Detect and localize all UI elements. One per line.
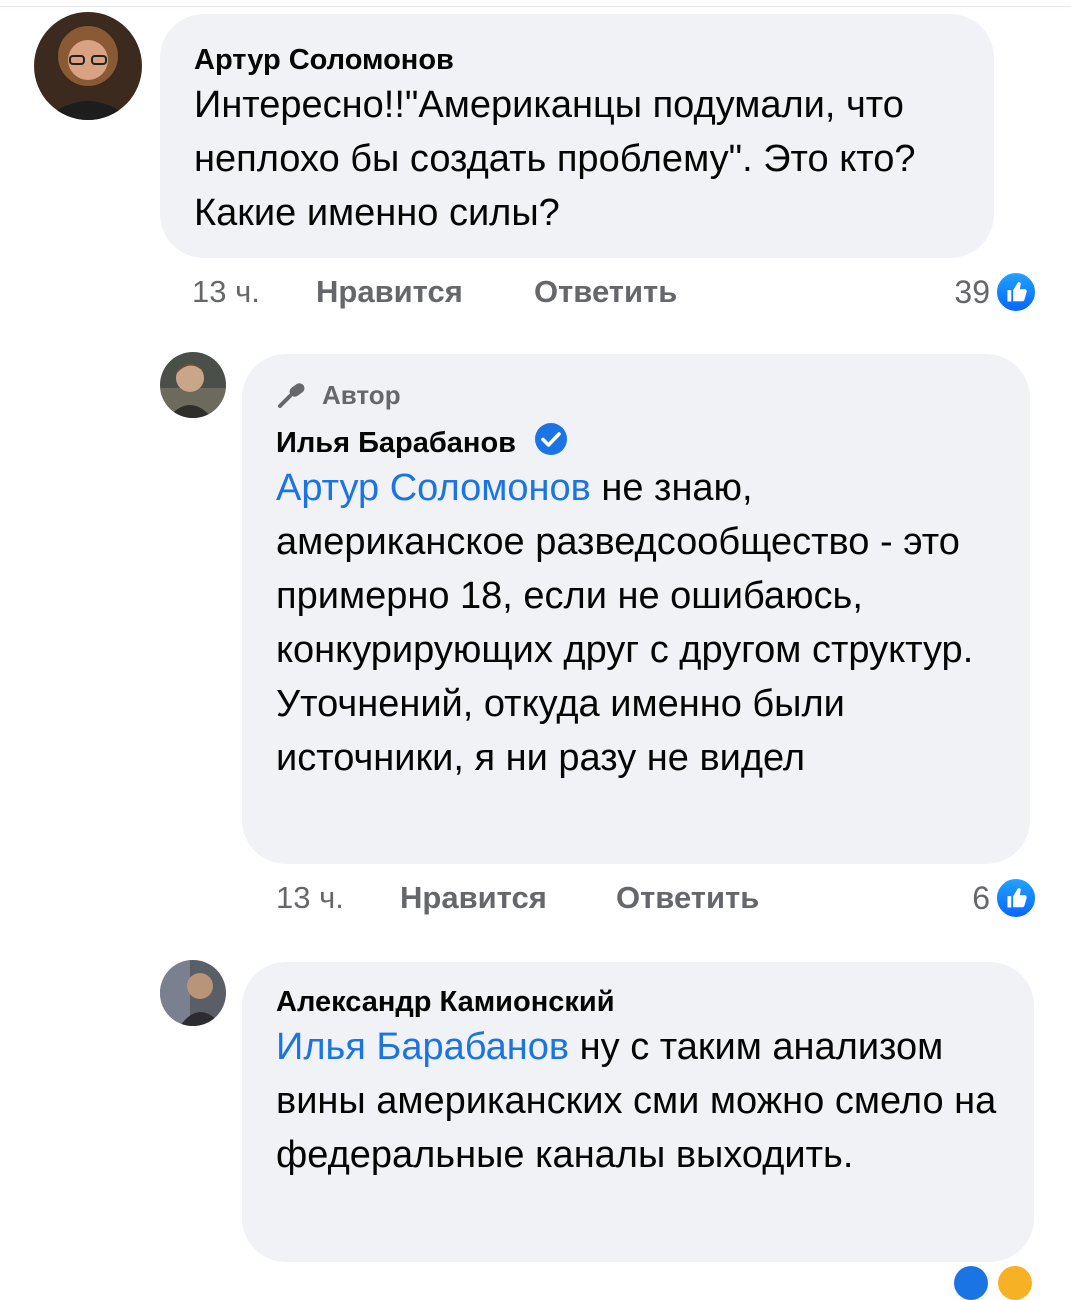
reaction-count[interactable]: 6 (972, 878, 990, 918)
reaction-icon[interactable] (954, 1266, 988, 1300)
mention-link[interactable]: Артур Соломонов (276, 467, 591, 509)
author-badge: Автор (276, 378, 996, 412)
comment-timestamp[interactable]: 13 ч. (192, 272, 260, 312)
like-button[interactable]: Нравится (316, 272, 463, 312)
comment-text: Илья Барабанов ну с таким анализом вины … (276, 1020, 1000, 1182)
reaction-count[interactable]: 39 (954, 272, 990, 312)
avatar[interactable] (34, 12, 142, 120)
like-button[interactable]: Нравится (400, 878, 547, 918)
comment-text: Артур Соломонов не знаю, американское ра… (276, 461, 996, 785)
author-name-row: Илья Барабанов (276, 422, 996, 461)
verified-badge-icon (535, 423, 568, 455)
like-icon[interactable] (994, 270, 1038, 314)
comment-actions: 13 ч. Нравится Ответить 39 (192, 270, 1038, 314)
mention-link[interactable]: Илья Барабанов (276, 1026, 569, 1068)
comment-bubble: Александр Камионский Илья Барабанов ну с… (242, 962, 1034, 1262)
reply-button[interactable]: Ответить (534, 272, 677, 312)
comment-actions: 13 ч. Нравится Ответить 6 (276, 876, 1038, 920)
comment-bubble: Автор Илья Барабанов Артур Соломонов не … (242, 354, 1030, 864)
reaction-icon[interactable] (998, 1266, 1032, 1300)
top-divider (0, 6, 1071, 7)
comment-text: Интересно!!"Американцы подумали, что неп… (194, 84, 916, 234)
author-name-link[interactable]: Александр Камионский (276, 984, 1000, 1020)
author-badge-label: Автор (322, 379, 401, 410)
avatar[interactable] (160, 960, 226, 1026)
author-name-link[interactable]: Артур Соломонов (194, 42, 960, 78)
reply-button[interactable]: Ответить (616, 878, 759, 918)
comment-timestamp[interactable]: 13 ч. (276, 878, 344, 918)
like-icon[interactable] (994, 876, 1038, 920)
author-name-link[interactable]: Илья Барабанов (276, 427, 516, 459)
microphone-icon (278, 383, 305, 408)
avatar[interactable] (160, 352, 226, 418)
comment-bubble: Артур Соломонов Интересно!!"Американцы п… (160, 14, 994, 258)
comment-body: не знаю, американское разведсообщество -… (276, 467, 974, 779)
